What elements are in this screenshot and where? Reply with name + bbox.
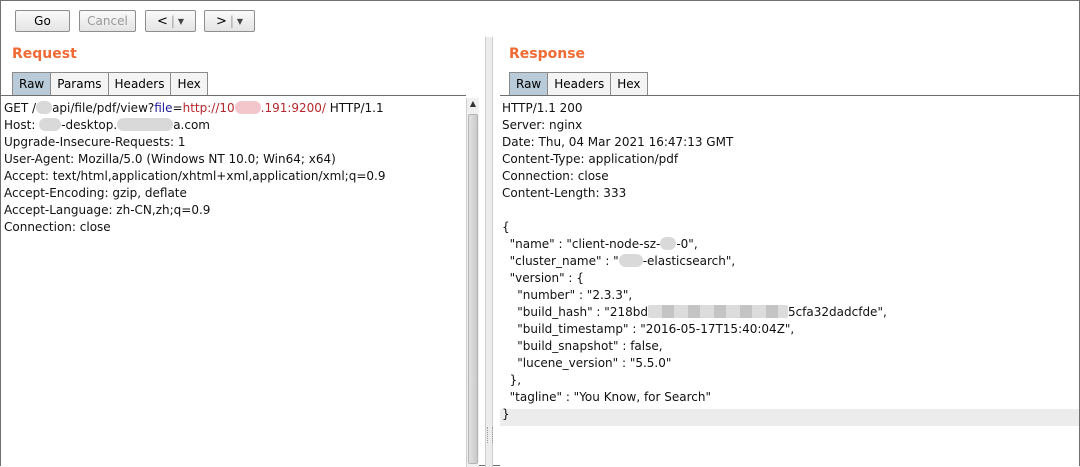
json-text: "build_hash" : "218bd — [502, 305, 648, 319]
request-text: GET / api/file/pdf/view?file=http://10 .19… — [4, 100, 385, 236]
chevron-down-icon[interactable]: ▼ — [237, 17, 243, 26]
json-line: { — [502, 220, 510, 234]
request-line: GET / api/file/pdf/view?file=http://10 .19… — [4, 100, 385, 117]
redaction — [647, 305, 788, 318]
host-key: Host: — [4, 118, 40, 132]
tab-params[interactable]: Params — [50, 72, 109, 95]
redaction — [117, 118, 174, 131]
json-line: "lucene_version" : "5.5.0" — [502, 356, 672, 370]
json-text: -elasticsearch", — [642, 254, 736, 268]
tab-raw[interactable]: Raw — [12, 72, 52, 95]
header-line: Accept: text/html,application/xhtml+xml,… — [4, 169, 386, 183]
json-text: "name" : "client-node-sz- — [502, 237, 661, 251]
scroll-thumb[interactable] — [468, 114, 478, 464]
back-arrow-icon: < — [156, 13, 168, 29]
header-line: Content-Length: 333 — [502, 186, 627, 200]
header-line: Accept-Language: zh-CN,zh;q=0.9 — [4, 203, 211, 217]
json-line: "tagline" : "You Know, for Search" — [502, 390, 712, 404]
forward-arrow-icon: > — [215, 13, 227, 29]
request-tabs: Raw Params Headers Hex — [12, 72, 208, 95]
forward-button[interactable]: > | ▼ — [204, 10, 255, 32]
go-button[interactable]: Go — [15, 10, 70, 32]
tab-hex[interactable]: Hex — [170, 72, 208, 95]
param-value: .191:9200/ — [260, 101, 326, 115]
json-line: "build_hash" : "218bd 5cfa32dadcfde", — [502, 304, 887, 321]
response-title: Response — [509, 46, 586, 62]
json-text: 5cfa32dadcfde", — [787, 305, 887, 319]
method-path: GET / — [4, 101, 37, 115]
tab-headers[interactable]: Headers — [547, 72, 612, 95]
param-name: file — [154, 101, 173, 115]
json-line: "version" : { — [502, 271, 584, 285]
header-line: Upgrade-Insecure-Requests: 1 — [4, 135, 186, 149]
host-line: Host: -desktop. a.com — [4, 117, 385, 134]
toolbar: Go Cancel < | ▼ > | ▼ — [1, 1, 1079, 39]
json-line: "number" : "2.3.3", — [502, 288, 633, 302]
host-domain: a.com — [173, 118, 210, 132]
response-tabs: Raw Headers Hex — [509, 72, 648, 95]
response-editor[interactable]: HTTP/1.1 200 Server: nginx Date: Thu, 04… — [500, 95, 1079, 466]
http-version: HTTP/1.1 — [325, 101, 384, 115]
grip-icon — [487, 427, 493, 443]
header-line: Content-Type: application/pdf — [502, 152, 679, 166]
redaction — [39, 118, 62, 131]
header-line: HTTP/1.1 200 — [502, 101, 583, 115]
tab-hex[interactable]: Hex — [610, 72, 648, 95]
redaction — [36, 101, 53, 114]
json-line: "build_timestamp" : "2016-05-17T15:40:04… — [502, 322, 795, 336]
path: api/file/pdf/view? — [52, 101, 155, 115]
separator: | — [170, 14, 175, 28]
header-line: Date: Thu, 04 Mar 2021 16:47:13 GMT — [502, 135, 734, 149]
scroll-up-icon[interactable]: ▲ — [467, 98, 479, 110]
json-text: "cluster_name" : " — [502, 254, 619, 268]
header-line: Server: nginx — [502, 118, 583, 132]
tab-headers[interactable]: Headers — [107, 72, 172, 95]
response-text: HTTP/1.1 200 Server: nginx Date: Thu, 04… — [502, 100, 887, 423]
header-line: Accept-Encoding: gzip, deflate — [4, 186, 187, 200]
json-text: -0", — [676, 237, 698, 251]
separator: | — [229, 14, 234, 28]
redaction — [660, 237, 677, 250]
json-line: "cluster_name" : " -elasticsearch", — [502, 253, 887, 270]
request-editor[interactable]: GET / api/file/pdf/view?file=http://10 .19… — [1, 95, 466, 466]
json-line: "build_snapshot" : false, — [502, 339, 663, 353]
header-line: Connection: close — [502, 169, 609, 183]
header-line: Connection: close — [4, 220, 111, 234]
redaction — [618, 254, 643, 267]
split-pane-divider[interactable] — [485, 37, 493, 467]
equals: = — [172, 101, 183, 115]
burp-repeater-window: Go Cancel < | ▼ > | ▼ Request Raw Params… — [0, 0, 1080, 467]
request-scrollbar[interactable]: ▲ — [466, 98, 479, 467]
request-title: Request — [12, 46, 77, 62]
param-value: http://10 — [182, 101, 235, 115]
json-line: } — [502, 407, 510, 421]
chevron-down-icon[interactable]: ▼ — [178, 17, 184, 26]
header-line: User-Agent: Mozilla/5.0 (Windows NT 10.0… — [4, 152, 336, 166]
back-button[interactable]: < | ▼ — [145, 10, 196, 32]
json-line: }, — [502, 373, 522, 387]
host-part: -desktop. — [61, 118, 118, 132]
cancel-button[interactable]: Cancel — [79, 10, 136, 32]
tab-raw[interactable]: Raw — [509, 72, 549, 95]
json-line: "name" : "client-node-sz- -0", — [502, 236, 887, 253]
redaction — [234, 101, 261, 114]
